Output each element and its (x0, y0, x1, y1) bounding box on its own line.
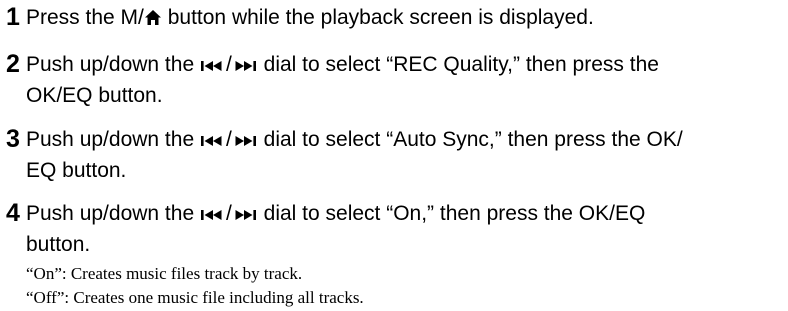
step-text-after: dial to select “Auto Sync,” then press t… (257, 128, 683, 151)
note-on: “On”: Creates music files track by track… (26, 264, 303, 283)
step-number: 2 (6, 50, 20, 78)
step-text-after: dial to select “REC Quality,” then press… (257, 53, 659, 76)
step-text-continued: OK/EQ button. (26, 84, 163, 107)
step-number: 1 (6, 3, 20, 31)
next-track-icon (232, 52, 258, 81)
step-text: Press the M (26, 6, 139, 29)
step-1: 1 Press the M/ button while the playback … (6, 3, 782, 34)
home-icon (144, 5, 162, 34)
step-number: 4 (6, 199, 20, 227)
step-text-continued: button. (26, 233, 91, 256)
step-3: 3 Push up/down the / dial to select “Auto… (6, 125, 782, 185)
step-text-after: button while the playback screen is disp… (161, 6, 594, 29)
instruction-page: 1 Press the M/ button while the playback … (0, 0, 788, 311)
previous-track-icon (200, 52, 226, 81)
step-text-after: dial to select “On,” then press the OK/E… (257, 202, 646, 225)
note-off: “Off”: Creates one music file including … (26, 288, 364, 307)
step-4: 4 Push up/down the / dial to select “On,”… (6, 199, 782, 259)
step-text: Push up/down the (26, 128, 200, 151)
step-2: 2 Push up/down the / dial to select “REC … (6, 50, 782, 110)
step-text-continued: EQ button. (26, 159, 127, 182)
next-track-icon (232, 127, 258, 156)
previous-track-icon (200, 201, 226, 230)
step-text: Push up/down the (26, 202, 200, 225)
step-number: 3 (6, 125, 20, 153)
previous-track-icon (200, 127, 226, 156)
option-notes: “On”: Creates music files track by track… (26, 262, 364, 310)
step-text: Push up/down the (26, 53, 200, 76)
next-track-icon (232, 201, 258, 230)
